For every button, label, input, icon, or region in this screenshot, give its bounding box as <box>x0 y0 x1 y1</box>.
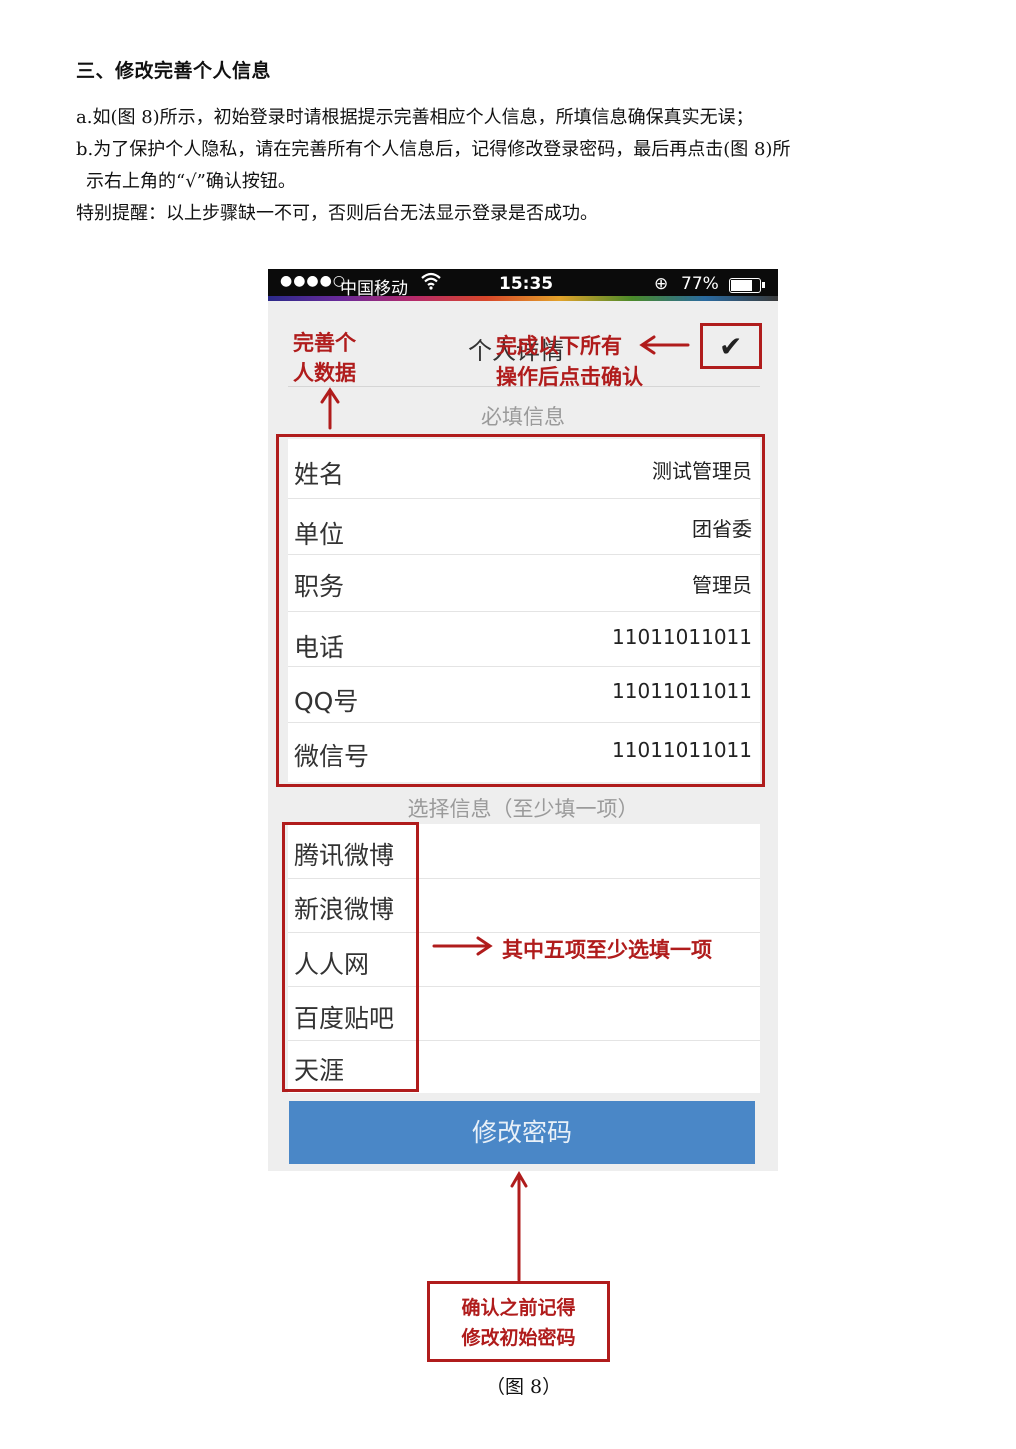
annotation-text: 操作后点击确认 <box>496 365 643 389</box>
special-reminder: 特别提醒：以上步骤缺一不可，否则后台无法显示登录是否成功。 <box>76 203 598 224</box>
required-section-label: 必填信息 <box>481 405 565 429</box>
checkmark-icon: ✔ <box>719 330 743 363</box>
section-heading: 三、修改完善个人信息 <box>76 60 272 82</box>
annotation-text: 确认之前记得 <box>461 1297 576 1319</box>
status-bar: ●●●●○ 中国移动 15:35 ⊕ 77% <box>268 269 778 301</box>
annotation-complete-data: 完善个 人数据 <box>293 328 356 388</box>
battery-icon <box>729 278 765 293</box>
change-password-button[interactable]: 修改密码 <box>289 1101 755 1164</box>
optional-section-label: 选择信息（至少填一项） <box>407 797 639 821</box>
annotation-text: 人数据 <box>293 361 356 385</box>
annotation-change-password: 确认之前记得 修改初始密码 <box>427 1281 610 1362</box>
battery-percent: 77% <box>681 274 719 294</box>
annotation-confirm: 完成以下所有 操作后点击确认 <box>496 331 643 393</box>
annotation-optional-note: 其中五项至少选填一项 <box>502 938 712 962</box>
annotation-text: 修改初始密码 <box>461 1327 576 1349</box>
clock: 15:35 <box>499 274 554 294</box>
confirm-button[interactable]: ✔ <box>700 323 762 369</box>
figure-caption: （图 8） <box>486 1376 562 1398</box>
required-fields-highlight <box>276 434 765 787</box>
optional-labels-highlight <box>282 822 419 1092</box>
phone-screenshot: ●●●●○ 中国移动 15:35 ⊕ 77% 个人详情 ✔ 必填信息 姓名 测试… <box>268 269 778 1171</box>
annotation-text: 完善个 <box>293 331 356 355</box>
wifi-icon <box>420 272 442 295</box>
rotation-lock-icon: ⊕ <box>654 274 669 294</box>
status-bar-stripe <box>268 296 778 301</box>
instruction-b-continued: 示右上角的“√”确认按钮。 <box>86 171 296 192</box>
annotation-text: 完成以下所有 <box>496 334 622 358</box>
instruction-b: b.为了保护个人隐私，请在完善所有个人信息后，记得修改登录密码，最后再点击(图 … <box>76 139 791 160</box>
instruction-a: a.如(图 8)所示，初始登录时请根据提示完善相应个人信息，所填信息确保真实无误… <box>76 107 754 128</box>
signal-icon: ●●●●○ <box>280 273 347 289</box>
